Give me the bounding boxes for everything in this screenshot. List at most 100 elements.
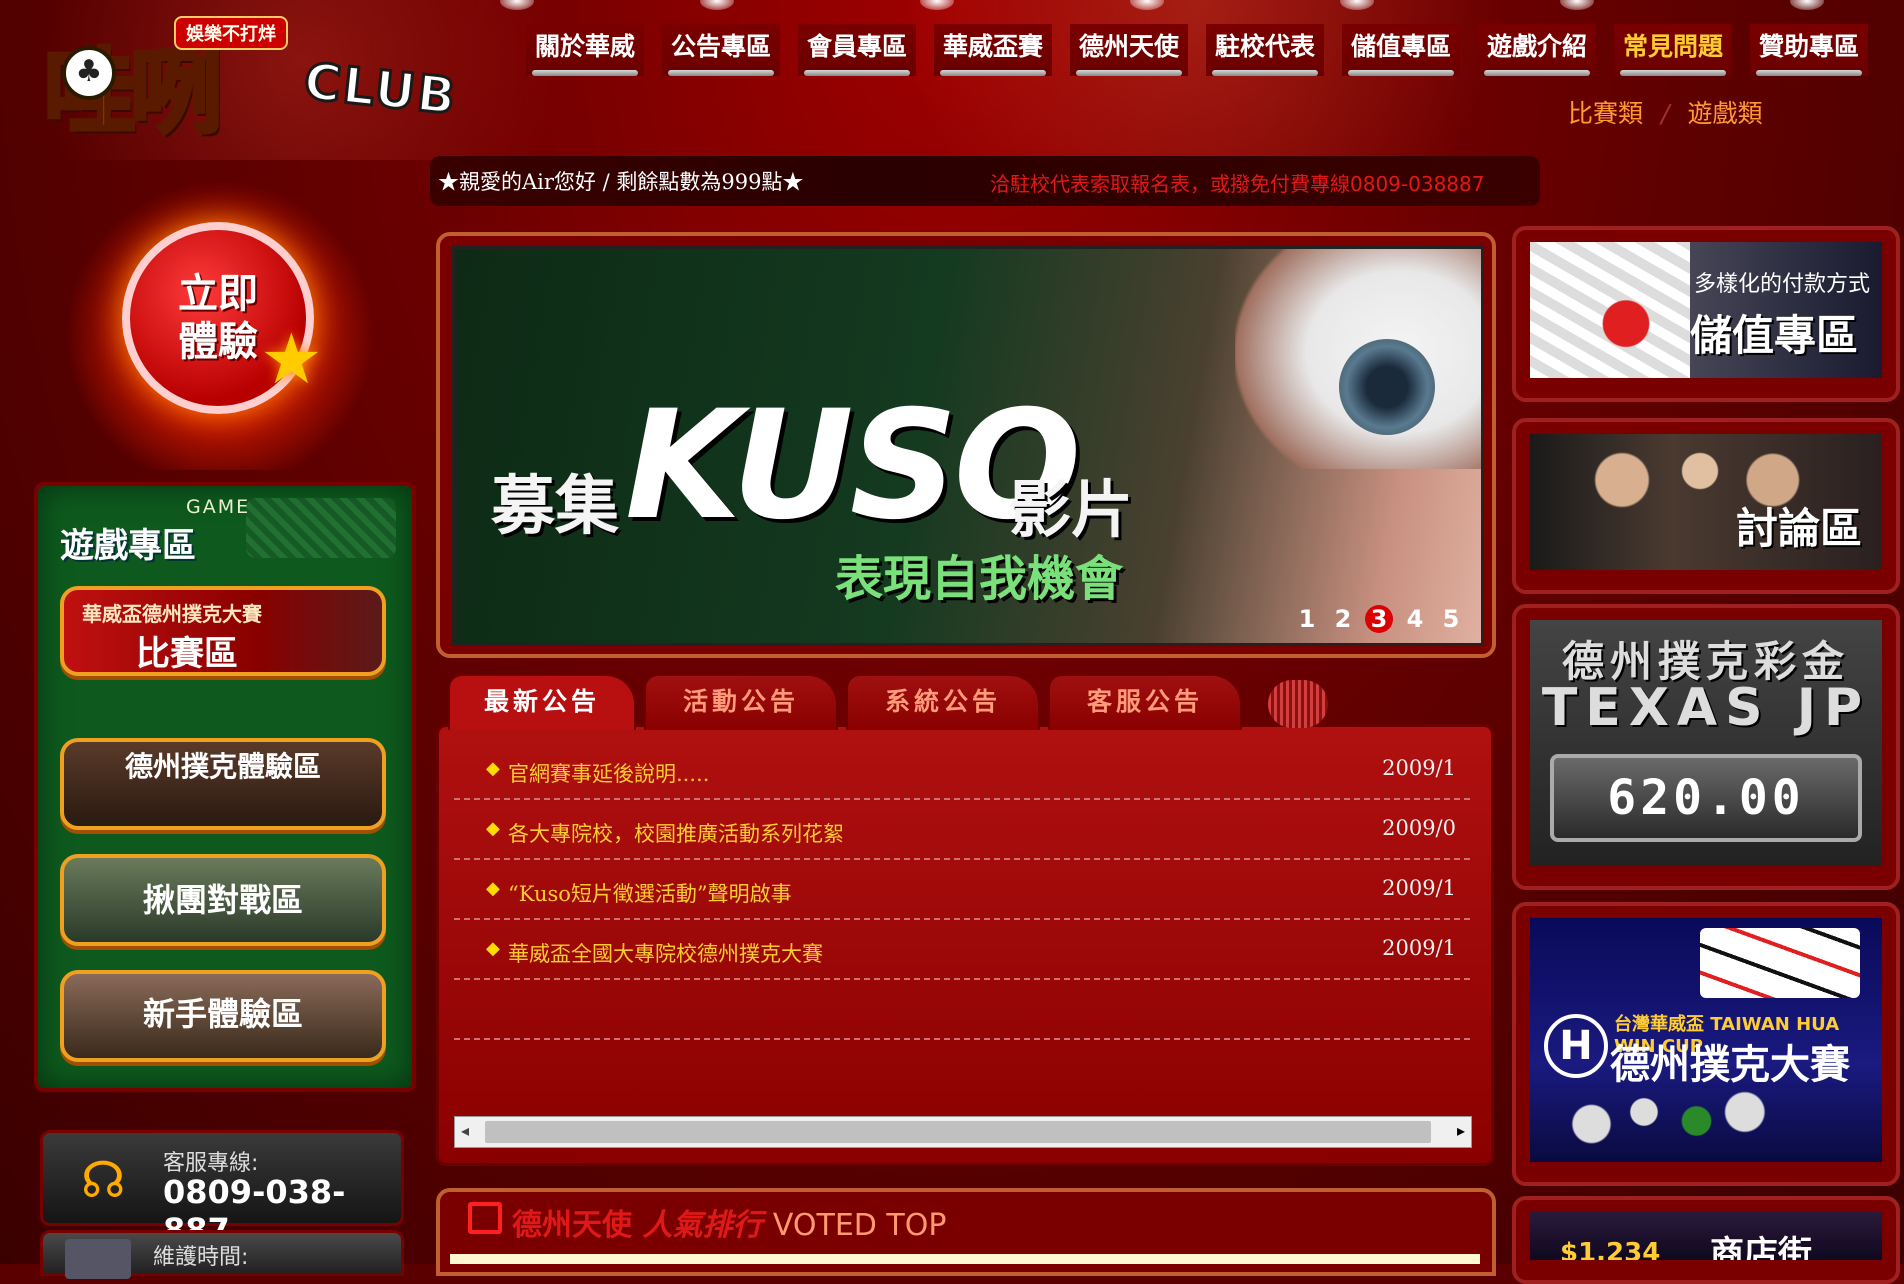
notice-row[interactable]: ◆ 官網賽事延後說明..... 2009/1 [454,740,1470,800]
group-battle-button[interactable]: 揪團對戰區 [60,854,386,946]
deposit-banner[interactable]: 多樣化的付款方式 儲值專區 [1530,242,1882,378]
site-logo[interactable]: 哇咧 ♣ CLUB 娛樂不打烊 [34,8,504,158]
try-now-line1: 立即 [178,271,258,317]
customer-hotline: ☊ 客服專線: 0809-038-887 [40,1130,404,1249]
notice-tabs: 最新公告 活動公告 系統公告 客服公告 [448,674,1242,730]
logo-badge: 娛樂不打烊 [174,16,288,50]
deposit-title: 儲值專區 [1690,311,1859,360]
texas-holdem-trial-button[interactable]: 德州撲克體驗區 [60,738,386,830]
competition-zone-label: 比賽區 [136,634,238,674]
cup-banner[interactable]: H 台灣華威盃 TAIWAN HUA WIN CUP 德州撲克大賽 [1530,918,1882,1162]
notice-date: 2009/1 [1382,756,1456,780]
deposit-panel: 多樣化的付款方式 儲值專區 [1512,226,1900,402]
nav-item-about[interactable]: 關於華威 [526,24,644,76]
banner-subtitle: 表現自我機會 [835,551,1124,607]
bullet-icon: ◆ [486,938,500,959]
promo-banner[interactable]: 募集 KUSO 影片 表現自我機會 1 2 3 4 5 [452,246,1484,646]
club-suit-icon: ♣ [62,46,116,100]
faq-subnav: 比賽類 / 遊戲類 [1568,94,1762,130]
headset-icon: ☊ [81,1151,126,1209]
forum-banner[interactable]: 討論區 [1530,434,1882,570]
jackpot-counter: 620.00 [1550,754,1862,842]
scroll-right-icon[interactable]: ▸ [1457,1121,1465,1140]
competition-zone-button[interactable]: 華威盃德州撲克大賽 比賽區 [60,586,386,676]
subnav-games[interactable]: 遊戲類 [1687,99,1762,128]
game-zone-panel: GAME 遊戲專區 華威盃德州撲克大賽 比賽區 德州撲克體驗區 揪團對戰區 新手… [34,482,416,1092]
notice-row[interactable]: ◆ “Kuso短片徵選活動”聲明啟事 2009/1 [454,860,1470,920]
microphone-icon [1268,680,1328,728]
tab-latest[interactable]: 最新公告 [448,674,636,730]
banner-recruit-text: 募集 [491,470,619,544]
cards-decoration [246,498,396,558]
notice-row[interactable]: ◆ 華威盃全國大專院校德州撲克大賽 2009/1 [454,920,1470,980]
banner-film-text: 影片 [1009,473,1134,546]
beginner-trial-button[interactable]: 新手體驗區 [60,970,386,1062]
jackpot-title-en: TEXAS JP [1541,678,1871,738]
game-zone-title: 遊戲專區 [60,526,196,566]
jackpot-banner[interactable]: 德州撲克彩金 TEXAS JP 620.00 [1530,620,1882,866]
subnav-separator: / [1661,99,1670,128]
notice-date: 2009/0 [1382,816,1456,840]
deposit-subtitle: 多樣化的付款方式 [1694,272,1871,297]
shop-banner[interactable]: $1,234 商店街 [1530,1212,1882,1260]
notice-title[interactable]: 華威盃全國大專院校德州撲克大賽 [508,938,823,968]
nav-item-cup[interactable]: 華威盃賽 [934,24,1052,76]
user-greeting: ★親愛的Air您好 / 剩餘點數為999點★ [438,170,804,194]
nav-item-campus-reps[interactable]: 駐校代表 [1206,24,1324,76]
news-ticker: 洽駐校代表索取報名表，或撥免付費專線0809-038887 [990,172,1485,196]
competition-zone-subtitle: 華威盃德州撲克大賽 [82,602,262,626]
bullet-icon: ◆ [486,878,500,899]
forum-title: 討論區 [1735,504,1862,553]
huawin-logo-icon: H [1544,1014,1608,1078]
subnav-competition[interactable]: 比賽類 [1568,99,1643,128]
notice-title[interactable]: 各大專院校，校園推廣活動系列花絮 [508,818,844,848]
notice-title[interactable]: “Kuso短片徵選活動”聲明啟事 [508,878,792,908]
voted-title-ranking: 人氣排行 [642,1208,763,1243]
nav-item-sponsor[interactable]: 贊助專區 [1750,24,1868,76]
nav-item-deposit[interactable]: 儲值專區 [1342,24,1460,76]
scroll-left-icon[interactable]: ◂ [461,1121,469,1140]
voted-title-angels: 德州天使 [512,1208,632,1243]
shop-panel: $1,234 商店街 [1512,1196,1900,1284]
try-now-line2: 體驗 [178,319,258,365]
logo-club-text: CLUB [300,51,462,128]
banner-page-2[interactable]: 2 [1329,605,1357,633]
maintenance-label: 維護時間: [153,1245,249,1270]
forum-panel: 討論區 [1512,418,1900,594]
banner-page-3[interactable]: 3 [1365,605,1393,633]
eye-iris [1339,339,1435,435]
bullet-icon: ◆ [486,818,500,839]
nav-item-announcements[interactable]: 公告專區 [662,24,780,76]
notice-title[interactable]: 官網賽事延後說明..... [508,758,709,788]
scrollbar-thumb[interactable] [485,1121,1431,1143]
bullet-icon: ◆ [486,758,500,779]
tab-support[interactable]: 客服公告 [1048,674,1242,730]
jackpot-panel: 德州撲克彩金 TEXAS JP 620.00 [1512,604,1900,890]
voted-title-en: VOTED TOP [772,1208,947,1243]
banner-page-5[interactable]: 5 [1437,605,1465,633]
nav-item-games[interactable]: 遊戲介紹 [1478,24,1596,76]
star-icon: ★ [260,318,323,400]
cup-title: 德州撲克大賽 [1610,1042,1850,1088]
tab-events[interactable]: 活動公告 [644,674,838,730]
notice-row-empty [454,980,1470,1040]
monitor-icon [65,1239,131,1279]
nav-item-members[interactable]: 會員專區 [798,24,916,76]
cup-panel: H 台灣華威盃 TAIWAN HUA WIN CUP 德州撲克大賽 [1512,902,1900,1186]
tab-system[interactable]: 系統公告 [846,674,1040,730]
shop-price: $1,234 [1560,1238,1661,1260]
voted-list-bar [450,1254,1480,1264]
game-zone-title-en: GAME [186,496,251,518]
checkbox-icon [468,1202,502,1234]
banner-page-1[interactable]: 1 [1293,605,1321,633]
nav-item-angels[interactable]: 德州天使 [1070,24,1188,76]
maintenance-time: 維護時間: [40,1230,404,1279]
cards-chips-image [1530,242,1690,378]
horizontal-scrollbar[interactable]: ◂ ▸ [454,1116,1472,1148]
notice-row[interactable]: ◆ 各大專院校，校園推廣活動系列花絮 2009/0 [454,800,1470,860]
voted-top-title: 德州天使 人氣排行 VOTED TOP [512,1200,946,1244]
playing-cards-image [1700,928,1860,998]
banner-page-4[interactable]: 4 [1401,605,1429,633]
banner-frame: 募集 KUSO 影片 表現自我機會 1 2 3 4 5 [436,232,1496,658]
nav-item-faq[interactable]: 常見問題 [1614,24,1732,76]
